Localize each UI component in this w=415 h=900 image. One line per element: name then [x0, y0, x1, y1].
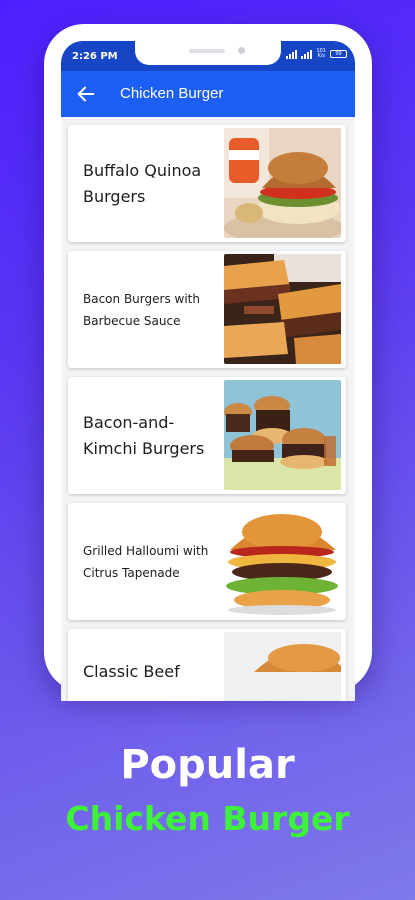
app-bar: Chicken Burger	[61, 71, 355, 117]
caption-title: Popular	[120, 742, 295, 788]
phone-frame: 2:26 PM 101 K/s 99 Chicken Burger Buffal…	[44, 24, 372, 701]
recipe-title: Bacon Burgers with Barbecue Sauce	[83, 291, 200, 328]
recipe-title: Grilled Halloumi with Citrus Tapenade	[83, 543, 209, 580]
network-speed: 101 K/s	[316, 49, 326, 59]
recipe-list[interactable]: Buffalo Quinoa Burgers Bacon Burgers wit…	[68, 125, 350, 701]
signal-icon	[286, 49, 298, 59]
recipe-photo	[224, 506, 341, 616]
recipe-card[interactable]: Bacon-and-Kimchi Burgers	[68, 377, 346, 494]
front-camera	[238, 47, 245, 54]
recipe-photo	[224, 128, 341, 238]
phone-notch	[135, 41, 281, 65]
recipe-card[interactable]: Buffalo Quinoa Burgers	[68, 125, 346, 242]
recipe-card[interactable]: Bacon Burgers with Barbecue Sauce	[68, 251, 346, 368]
status-time: 2:26 PM	[72, 51, 118, 62]
caption-subtitle: Chicken Burger	[65, 799, 350, 838]
battery-icon: 99	[330, 50, 347, 58]
recipe-title: Buffalo Quinoa Burgers	[83, 160, 202, 206]
recipe-title: Classic Beef	[83, 662, 180, 681]
page-title: Chicken Burger	[120, 85, 224, 102]
recipe-photo	[224, 632, 341, 701]
status-bar: 2:26 PM 101 K/s 99	[61, 41, 355, 71]
network-speed-unit: K/s	[317, 53, 326, 59]
speaker-grille	[189, 49, 225, 53]
battery-level: 99	[335, 51, 342, 57]
arrow-left-icon[interactable]	[75, 83, 97, 105]
recipe-photo	[224, 254, 341, 364]
recipe-title: Bacon-and-Kimchi Burgers	[83, 412, 205, 458]
recipe-card[interactable]: Classic Beef	[68, 629, 346, 701]
status-icons: 101 K/s 99	[286, 49, 347, 59]
recipe-photo	[224, 380, 341, 490]
signal-icon-2	[301, 49, 313, 59]
phone-screen: 2:26 PM 101 K/s 99 Chicken Burger Buffal…	[61, 41, 355, 701]
recipe-card[interactable]: Grilled Halloumi with Citrus Tapenade	[68, 503, 346, 620]
